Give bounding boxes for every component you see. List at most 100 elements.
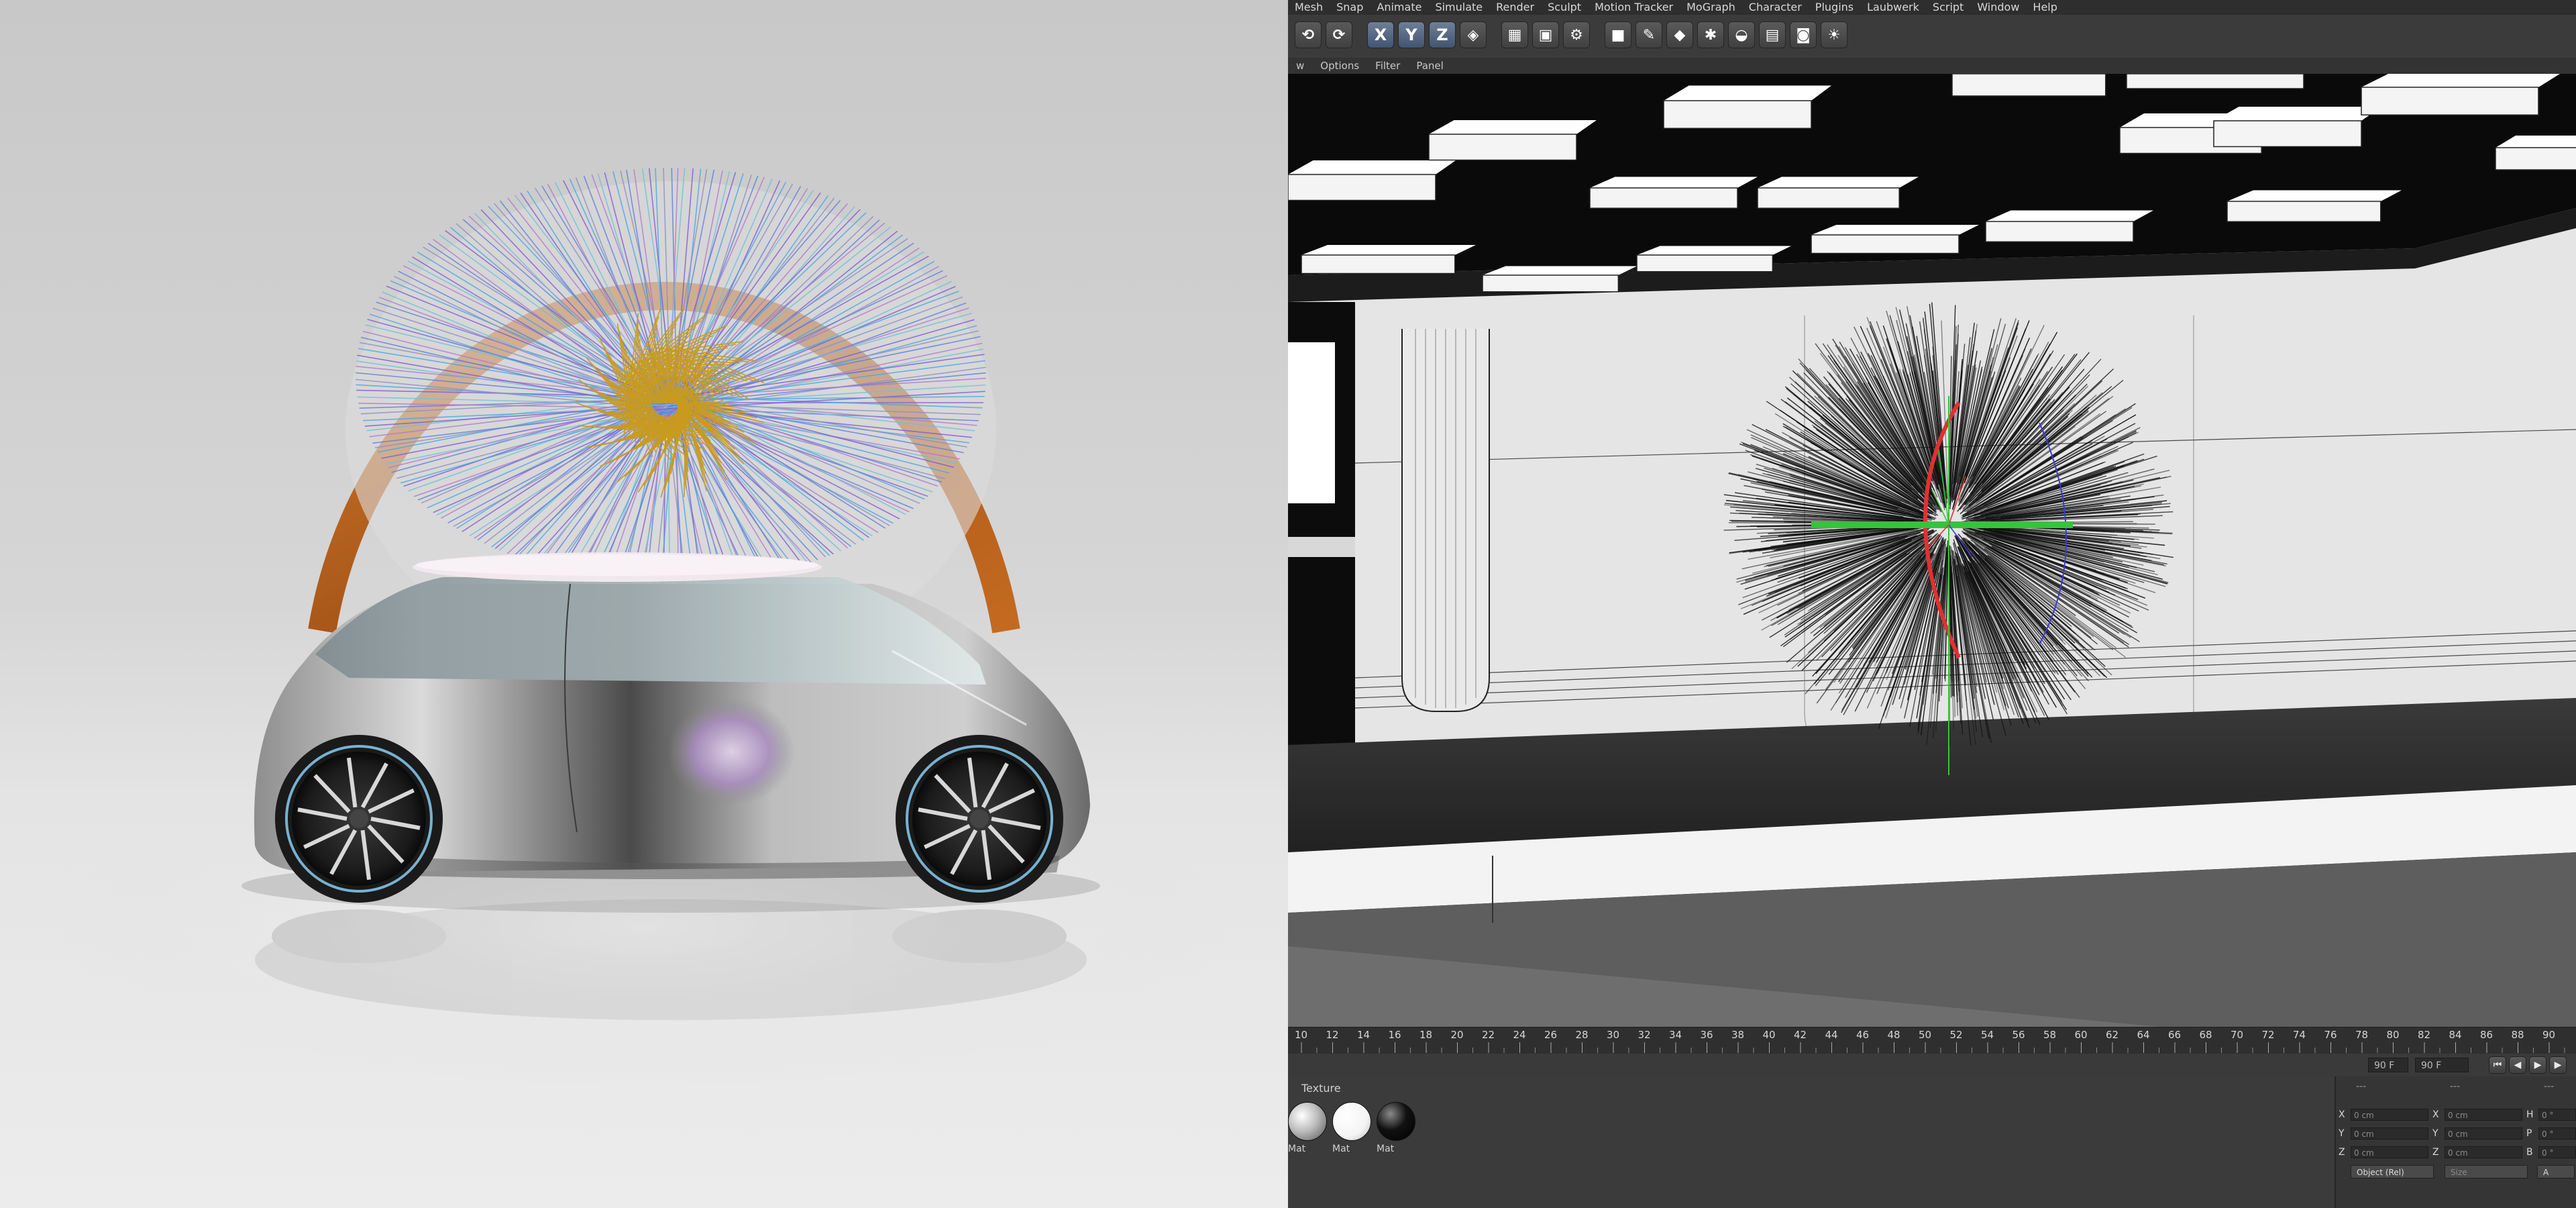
timeline-tick-label: 38 <box>1731 1029 1744 1041</box>
menu-mesh[interactable]: Mesh <box>1288 0 1330 15</box>
timeline-tick-label: 22 <box>1482 1029 1495 1041</box>
end-frame-field[interactable]: 90 F <box>2368 1058 2408 1072</box>
timeline-tick-label: 82 <box>2418 1029 2430 1041</box>
coord-header-position: --- <box>2356 1081 2367 1092</box>
viewport-menu-panel[interactable]: Panel <box>1408 58 1451 74</box>
coord-row-x: X 0 cm X 0 cm H 0 ° <box>2336 1107 2576 1122</box>
timeline-tick-label: 62 <box>2106 1029 2118 1041</box>
deformer-icon[interactable]: ◒ <box>1728 21 1755 48</box>
timeline-tick-label: 18 <box>1419 1029 1432 1041</box>
coord-axis-label: Y <box>2339 1128 2345 1139</box>
timeline-tick-label: 46 <box>1856 1029 1869 1041</box>
position-x-field[interactable]: 0 cm <box>2351 1109 2428 1121</box>
go-to-start-button[interactable]: ⏮ <box>2489 1056 2506 1074</box>
timeline-tick-label: 50 <box>1919 1029 1931 1041</box>
render-picture-viewer-icon[interactable]: ▣ <box>1532 21 1559 48</box>
menu-animate[interactable]: Animate <box>1370 0 1428 15</box>
light-icon[interactable]: ☀ <box>1821 21 1847 48</box>
material-preview <box>1332 1102 1371 1141</box>
menu-window[interactable]: Window <box>1970 0 2026 15</box>
menu-script[interactable]: Script <box>1926 0 1970 15</box>
world-coords-icon[interactable]: ◈ <box>1460 21 1487 48</box>
coord-axis-label: H <box>2526 1109 2534 1120</box>
timeline-tick-label: 52 <box>1950 1029 1963 1041</box>
coord-axis-label: B <box>2526 1147 2533 1158</box>
menu-snap[interactable]: Snap <box>1330 0 1370 15</box>
timeline-tick-label: 78 <box>2355 1029 2368 1041</box>
coord-axis-label: P <box>2526 1128 2532 1139</box>
play-button[interactable]: ▶ <box>2529 1056 2546 1074</box>
timeline-tick-label: 26 <box>1544 1029 1557 1041</box>
edit-render-settings-icon[interactable]: ⚙ <box>1563 21 1590 48</box>
material-slot-2[interactable]: Mat <box>1332 1102 1371 1158</box>
viewport-scene <box>1288 74 2576 1027</box>
step-back-button[interactable]: ◀ <box>2509 1056 2526 1074</box>
coordinate-mode-dropdown[interactable]: Object (Rel) <box>2351 1165 2434 1178</box>
timeline-tick-label: 40 <box>1763 1029 1776 1041</box>
menu-character[interactable]: Character <box>1742 0 1809 15</box>
render-view-icon[interactable]: ▦ <box>1501 21 1528 48</box>
viewport-menu-options[interactable]: Options <box>1312 58 1367 74</box>
redo-icon[interactable]: ⟳ <box>1326 21 1352 48</box>
menu-help[interactable]: Help <box>2026 0 2063 15</box>
material-preview <box>1288 1102 1327 1141</box>
coord-axis-label: X <box>2432 1109 2439 1120</box>
coord-axis-label: Y <box>2432 1128 2438 1139</box>
menu-plugins[interactable]: Plugins <box>1809 0 1860 15</box>
array-icon[interactable]: ✱ <box>1697 21 1724 48</box>
timeline-tick-label: 44 <box>1825 1029 1838 1041</box>
timeline-tick-label: 72 <box>2262 1029 2275 1041</box>
undo-icon[interactable]: ⟲ <box>1295 21 1322 48</box>
3d-viewport[interactable] <box>1288 74 2576 1027</box>
timeline-ruler[interactable]: 10 12 14 16 18 20 22 24 26 28 30 32 34 36 38 40 42 44 46 48… <box>1288 1027 2576 1054</box>
position-z-field[interactable]: 0 cm <box>2351 1146 2428 1158</box>
rotation-p-field[interactable]: 0 ° <box>2538 1127 2576 1140</box>
material-label: Mat <box>1332 1144 1350 1154</box>
timeline-tick-label: 76 <box>2324 1029 2337 1041</box>
coord-header-rotation: --- <box>2544 1081 2555 1092</box>
size-y-field[interactable]: 0 cm <box>2445 1127 2522 1140</box>
size-z-field[interactable]: 0 cm <box>2445 1146 2522 1158</box>
timeline-ticks: 10 12 14 16 18 20 22 24 26 28 30 32 34 36 38 40 42 44 46 48… <box>1295 1029 2565 1053</box>
menu-sculpt[interactable]: Sculpt <box>1541 0 1588 15</box>
car-reflection <box>255 899 1087 1020</box>
menu-render[interactable]: Render <box>1489 0 1541 15</box>
rotation-h-field[interactable]: 0 ° <box>2538 1109 2576 1121</box>
floor-icon[interactable]: ▤ <box>1759 21 1786 48</box>
timeline-tick-label: 24 <box>1513 1029 1526 1041</box>
viewport-menu-w[interactable]: w <box>1288 58 1312 74</box>
timeline-tick-label: 48 <box>1888 1029 1900 1041</box>
rotation-b-field[interactable]: 0 ° <box>2538 1146 2576 1158</box>
timeline-tick-label: 20 <box>1451 1029 1464 1041</box>
lock-z-icon[interactable]: Z <box>1429 21 1456 48</box>
menu-laubwerk[interactable]: Laubwerk <box>1860 0 1926 15</box>
menu-simulate[interactable]: Simulate <box>1428 0 1489 15</box>
current-frame-field[interactable]: 90 F <box>2415 1058 2469 1072</box>
viewport-menu-filter[interactable]: Filter <box>1367 58 1408 74</box>
timeline-tick-label: 70 <box>2231 1029 2243 1041</box>
cube-icon[interactable]: ■ <box>1605 21 1631 48</box>
size-x-field[interactable]: 0 cm <box>2445 1109 2522 1121</box>
material-preview <box>1377 1102 1415 1141</box>
viewport-menu-bar: w Options Filter Panel <box>1288 58 2576 74</box>
lock-x-icon[interactable]: X <box>1367 21 1394 48</box>
timeline-tick-label: 10 <box>1295 1029 1307 1041</box>
material-slot-1[interactable]: Mat <box>1288 1102 1327 1158</box>
menu-motion-tracker[interactable]: Motion Tracker <box>1588 0 1680 15</box>
size-mode-dropdown[interactable]: Size <box>2445 1165 2528 1178</box>
menu-mograph[interactable]: MoGraph <box>1680 0 1742 15</box>
apply-button[interactable]: A <box>2537 1165 2575 1178</box>
position-y-field[interactable]: 0 cm <box>2351 1127 2428 1140</box>
lock-y-icon[interactable]: Y <box>1398 21 1425 48</box>
subdivision-icon[interactable]: ◆ <box>1666 21 1693 48</box>
camera-icon[interactable]: ◙ <box>1790 21 1817 48</box>
timeline-tick-label: 88 <box>2512 1029 2524 1041</box>
main-menu-bar: Mesh Snap Animate Simulate Render Sculpt Motio… <box>1288 0 2576 15</box>
render-preview-panel <box>0 0 1288 1208</box>
material-slot-3[interactable]: Mat <box>1377 1102 1415 1158</box>
timeline-tick-label: 56 <box>2012 1029 2025 1041</box>
timeline-tick-label: 68 <box>2200 1029 2212 1041</box>
coord-axis-label: Z <box>2339 1147 2345 1158</box>
pen-spline-icon[interactable]: ✎ <box>1635 21 1662 48</box>
step-forward-button[interactable]: ▶ <box>2549 1056 2567 1074</box>
